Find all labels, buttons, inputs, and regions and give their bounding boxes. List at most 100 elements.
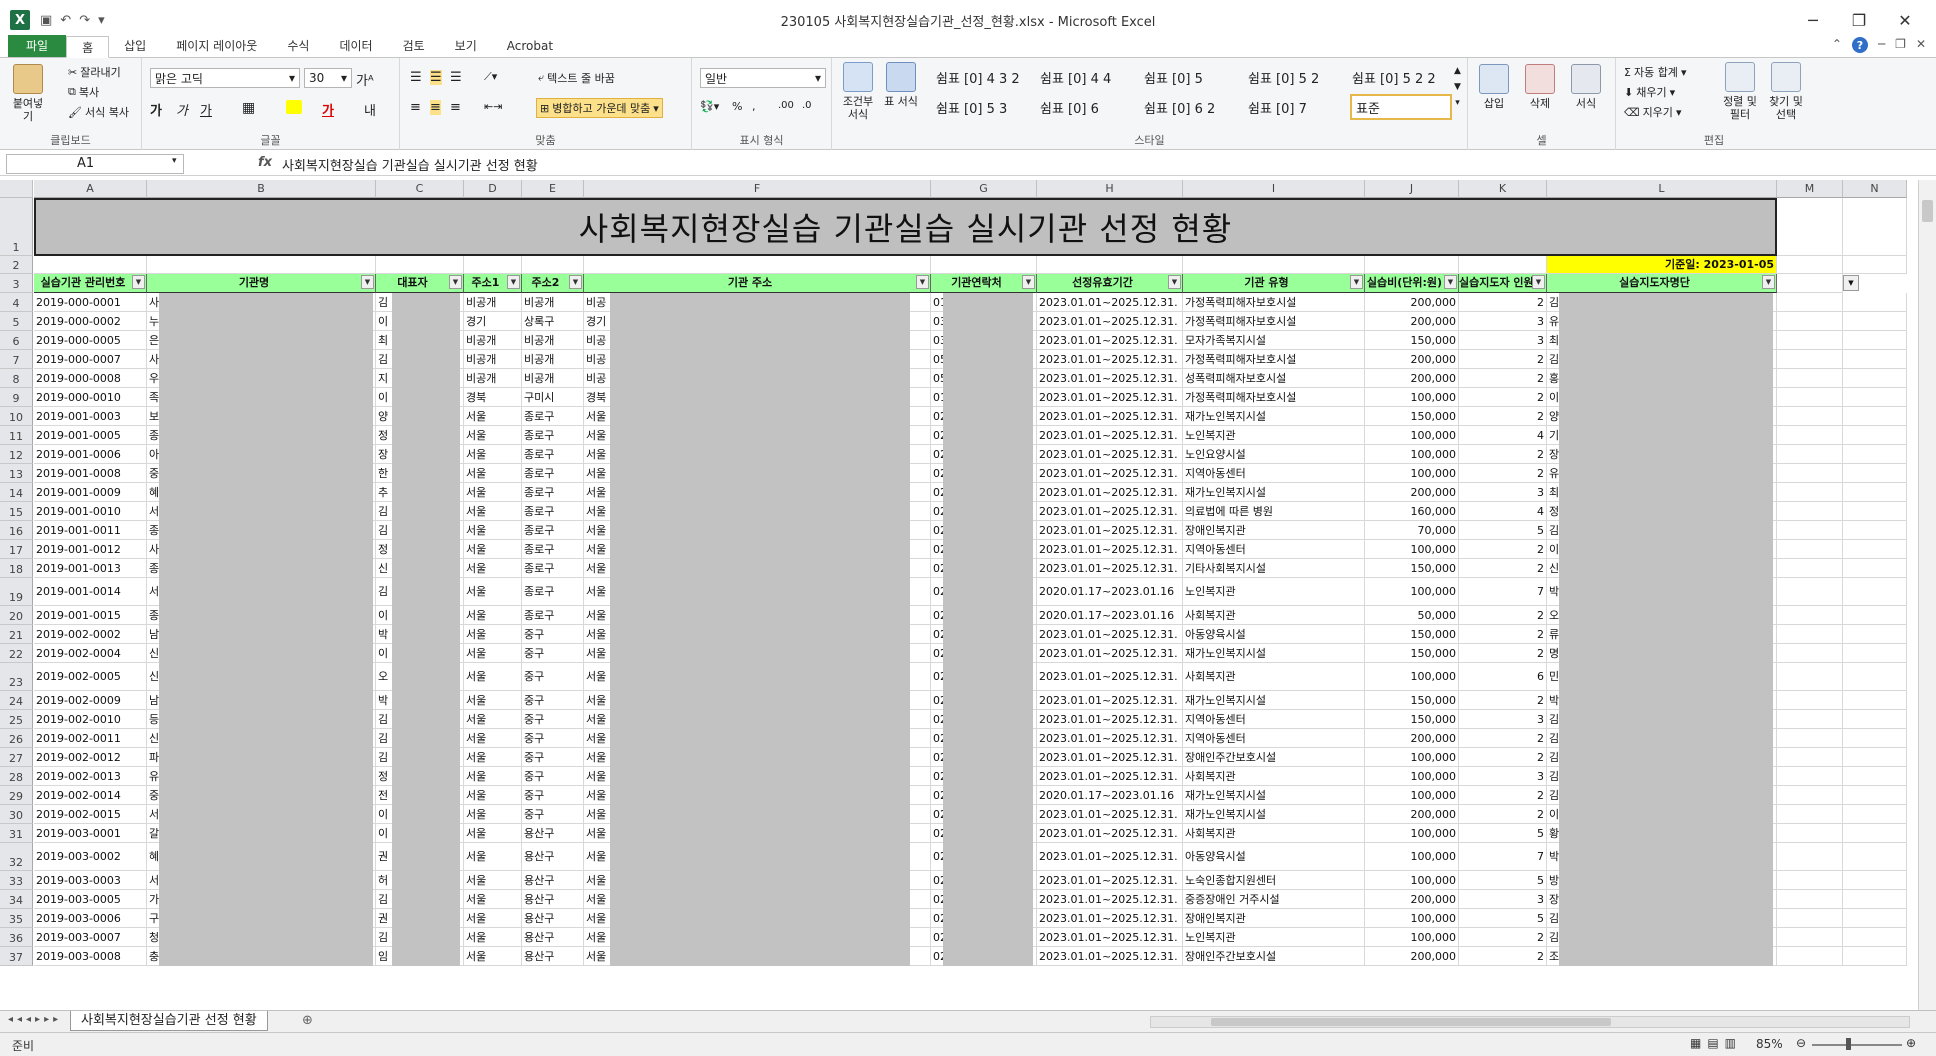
empty-cell[interactable] — [1777, 369, 1843, 388]
table-cell-j[interactable]: 150,000 — [1365, 559, 1459, 578]
table-cell-a[interactable]: 2019-001-0006 — [34, 445, 147, 464]
table-cell-d[interactable]: 서울 — [464, 540, 522, 559]
empty-cell[interactable] — [1843, 748, 1907, 767]
fx-icon[interactable]: fx — [258, 155, 272, 170]
table-cell-e[interactable]: 비공개 — [522, 293, 584, 312]
empty-cell[interactable] — [1843, 559, 1907, 578]
table-cell-h[interactable]: 2023.01.01~2025.12.31. — [1037, 691, 1183, 710]
table-cell-h[interactable]: 2023.01.01~2025.12.31. — [1037, 502, 1183, 521]
table-cell-i[interactable]: 의료법에 따른 병원 — [1183, 502, 1365, 521]
border-icon[interactable]: ▦ — [242, 100, 255, 116]
table-cell-d[interactable]: 서울 — [464, 407, 522, 426]
italic-button[interactable]: 가 — [176, 100, 188, 119]
empty-cell[interactable] — [1777, 483, 1843, 502]
row-header[interactable]: 7 — [0, 350, 33, 369]
cell-style[interactable]: 쉼표 [0] 4 3 2 — [936, 68, 1020, 87]
empty-cell[interactable] — [1843, 824, 1907, 843]
table-cell-e[interactable]: 중구 — [522, 805, 584, 824]
filter-dropdown-icon[interactable]: ▼ — [449, 275, 462, 289]
table-cell-k[interactable]: 2 — [1459, 786, 1547, 805]
table-cell-i[interactable]: 노인복지관 — [1183, 578, 1365, 606]
row-header[interactable]: 13 — [0, 464, 33, 483]
empty-cell[interactable] — [1459, 256, 1547, 274]
empty-cell[interactable] — [1843, 388, 1907, 407]
cell-style[interactable]: 쉼표 [0] 5 2 2 — [1352, 68, 1436, 87]
empty-cell[interactable] — [1777, 625, 1843, 644]
row-header[interactable]: 29 — [0, 786, 33, 805]
table-cell-i[interactable]: 아동양육시설 — [1183, 843, 1365, 871]
empty-cell[interactable] — [1183, 256, 1365, 274]
table-cell-j[interactable]: 200,000 — [1365, 369, 1459, 388]
comma-button[interactable]: , — [752, 100, 756, 113]
table-cell-k[interactable]: 5 — [1459, 871, 1547, 890]
table-cell-i[interactable]: 성폭력피해자보호시설 — [1183, 369, 1365, 388]
table-cell-a[interactable]: 2019-003-0007 — [34, 928, 147, 947]
increase-decimal-icon[interactable]: .00 — [778, 100, 794, 111]
paste-button[interactable]: 붙여넣기 — [8, 64, 48, 123]
row-header[interactable]: 25 — [0, 710, 33, 729]
empty-cell[interactable] — [1843, 890, 1907, 909]
empty-cell[interactable] — [1777, 729, 1843, 748]
empty-cell[interactable] — [1777, 786, 1843, 805]
table-cell-e[interactable]: 중구 — [522, 625, 584, 644]
table-cell-j[interactable]: 100,000 — [1365, 748, 1459, 767]
row-header[interactable]: 10 — [0, 407, 33, 426]
name-box[interactable]: A1 — [6, 154, 184, 174]
decrease-decimal-icon[interactable]: .0 — [802, 100, 812, 111]
tab-acrobat[interactable]: Acrobat — [492, 35, 568, 57]
column-header-e[interactable]: E — [522, 180, 584, 198]
empty-cell[interactable] — [1843, 445, 1907, 464]
table-cell-i[interactable]: 장애인주간보호시설 — [1183, 748, 1365, 767]
table-cell-i[interactable]: 재가노인복지시설 — [1183, 786, 1365, 805]
table-cell-e[interactable]: 비공개 — [522, 369, 584, 388]
phonetic-button[interactable]: 내 — [364, 100, 376, 119]
empty-cell[interactable] — [1777, 521, 1843, 540]
tab-view[interactable]: 보기 — [440, 35, 492, 57]
table-cell-k[interactable]: 2 — [1459, 350, 1547, 369]
tab-file[interactable]: 파일 — [8, 35, 67, 57]
row-header[interactable]: 28 — [0, 767, 33, 786]
table-cell-h[interactable]: 2023.01.01~2025.12.31. — [1037, 540, 1183, 559]
table-cell-a[interactable]: 2019-001-0003 — [34, 407, 147, 426]
empty-cell[interactable] — [1777, 710, 1843, 729]
table-cell-e[interactable]: 구미시 — [522, 388, 584, 407]
formula-input[interactable]: 사회복지현장실습 기관실습 실시기관 선정 현황 — [282, 155, 538, 174]
empty-cell[interactable] — [1843, 786, 1907, 805]
table-cell-a[interactable]: 2019-001-0015 — [34, 606, 147, 625]
table-cell-d[interactable]: 서울 — [464, 824, 522, 843]
table-cell-k[interactable]: 2 — [1459, 388, 1547, 407]
empty-cell[interactable] — [1777, 947, 1843, 966]
sheet-nav-icons[interactable]: ◂◂◂▸▸▸ — [8, 1014, 62, 1025]
font-color-button[interactable]: 가 — [322, 100, 334, 119]
row-header[interactable]: 4 — [0, 293, 33, 312]
column-header-cell[interactable]: 실습지도자명단 ▼ — [1547, 274, 1777, 293]
table-cell-i[interactable]: 사회복지관 — [1183, 663, 1365, 691]
table-cell-k[interactable]: 4 — [1459, 502, 1547, 521]
vertical-scrollbar[interactable] — [1918, 180, 1936, 1012]
row-header[interactable]: 3 — [0, 274, 33, 293]
empty-cell[interactable] — [1777, 274, 1843, 293]
table-cell-j[interactable]: 200,000 — [1365, 293, 1459, 312]
table-cell-h[interactable]: 2023.01.01~2025.12.31. — [1037, 890, 1183, 909]
table-cell-h[interactable]: 2023.01.01~2025.12.31. — [1037, 928, 1183, 947]
table-cell-d[interactable]: 서울 — [464, 464, 522, 483]
percent-button[interactable]: % — [732, 100, 742, 113]
table-cell-d[interactable]: 서울 — [464, 445, 522, 464]
table-cell-i[interactable]: 아동양육시설 — [1183, 625, 1365, 644]
table-cell-j[interactable]: 200,000 — [1365, 350, 1459, 369]
empty-cell[interactable] — [1037, 256, 1183, 274]
table-cell-a[interactable]: 2019-000-0002 — [34, 312, 147, 331]
table-cell-e[interactable]: 종로구 — [522, 407, 584, 426]
table-cell-h[interactable]: 2023.01.01~2025.12.31. — [1037, 350, 1183, 369]
empty-cell[interactable] — [1777, 559, 1843, 578]
table-cell-h[interactable]: 2023.01.01~2025.12.31. — [1037, 331, 1183, 350]
table-cell-j[interactable]: 100,000 — [1365, 388, 1459, 407]
empty-cell[interactable] — [1843, 871, 1907, 890]
name-box-dropdown-icon[interactable]: ▾ — [172, 156, 177, 166]
zoom-in-icon[interactable]: ⊕ — [1906, 1036, 1916, 1050]
table-cell-h[interactable]: 2023.01.01~2025.12.31. — [1037, 748, 1183, 767]
empty-cell[interactable] — [1843, 691, 1907, 710]
empty-cell[interactable] — [1777, 293, 1843, 312]
h-scroll-thumb[interactable] — [1211, 1018, 1611, 1026]
table-cell-h[interactable]: 2020.01.17~2023.01.16 — [1037, 786, 1183, 805]
